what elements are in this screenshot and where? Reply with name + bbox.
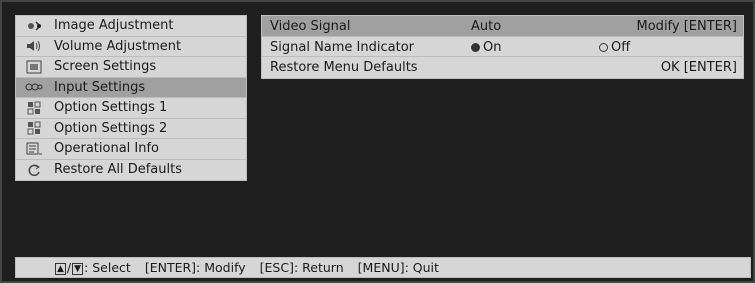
menu-item-operational-info[interactable]: Operational Info — [16, 139, 246, 160]
restore-icon — [22, 162, 46, 178]
down-arrow-key-icon: ▼ — [72, 262, 84, 275]
help-return-text: Return — [302, 260, 344, 275]
help-modify: [ENTER]: Modify — [144, 260, 246, 275]
restore-menu-defaults-label: Restore Menu Defaults — [270, 60, 418, 75]
help-return-key: [ESC] — [259, 260, 294, 275]
input-settings-icon — [22, 79, 46, 95]
help-quit-key: [MENU] — [357, 260, 405, 275]
signal-name-indicator-row[interactable]: Signal Name Indicator On Off — [262, 37, 743, 57]
restore-menu-defaults-row[interactable]: Restore Menu Defaults OK [ENTER] — [262, 57, 743, 78]
on-label: On — [483, 39, 502, 55]
help-select-text: Select — [92, 260, 131, 275]
signal-name-indicator-on-radio[interactable]: On — [471, 40, 501, 55]
menu-item-restore-all-defaults[interactable]: Restore All Defaults — [16, 160, 246, 181]
video-signal-value: Auto — [471, 19, 502, 34]
signal-name-indicator-label: Signal Name Indicator — [270, 39, 414, 55]
menu-item-label: Option Settings 1 — [54, 100, 168, 116]
projector-menu-screen: Image Adjustment Volume Adjustment Scree… — [0, 0, 755, 283]
option-settings-icon — [22, 100, 46, 116]
volume-icon — [22, 38, 46, 54]
menu-item-label: Restore All Defaults — [54, 162, 182, 178]
help-quit-text: Quit — [412, 260, 439, 275]
menu-item-label: Screen Settings — [54, 59, 157, 75]
help-return: [ESC]: Return — [259, 260, 344, 275]
video-signal-modify-action[interactable]: Modify [ENTER] — [637, 19, 737, 34]
image-adjustment-icon — [22, 18, 46, 34]
menu-item-image-adjustment[interactable]: Image Adjustment — [16, 16, 246, 37]
signal-name-indicator-off-radio[interactable]: Off — [599, 40, 630, 55]
menu-item-volume-adjustment[interactable]: Volume Adjustment — [16, 37, 246, 57]
help-select: ▲ / ▼: Select — [55, 260, 131, 275]
help-quit: [MENU]: Quit — [357, 260, 439, 275]
restore-menu-defaults-ok-action[interactable]: OK [ENTER] — [661, 60, 737, 75]
option-settings-icon — [22, 120, 46, 136]
menu-item-input-settings[interactable]: Input Settings — [16, 77, 246, 98]
menu-item-option-settings-2[interactable]: Option Settings 2 — [16, 119, 246, 139]
screen-settings-icon — [22, 59, 46, 75]
menu-item-option-settings-1[interactable]: Option Settings 1 — [16, 98, 246, 119]
menu-item-label: Operational Info — [54, 141, 160, 157]
menu-item-screen-settings[interactable]: Screen Settings — [16, 57, 246, 78]
key-help-bar: ▲ / ▼: Select [ENTER]: Modify [ESC]: Retur… — [15, 257, 751, 278]
help-modify-text: Modify — [204, 260, 246, 275]
video-signal-row[interactable]: Video Signal Auto Modify [ENTER] — [262, 16, 743, 37]
menu-item-label: Input Settings — [54, 79, 146, 95]
menu-item-label: Volume Adjustment — [54, 38, 182, 54]
video-signal-label: Video Signal — [270, 19, 351, 34]
help-modify-key: [ENTER] — [144, 260, 197, 275]
menu-item-label: Image Adjustment — [54, 18, 174, 34]
menu-item-label: Option Settings 2 — [54, 120, 168, 136]
operational-info-icon — [22, 141, 46, 157]
off-label: Off — [611, 39, 631, 55]
input-settings-panel: Video Signal Auto Modify [ENTER] Signal … — [261, 15, 744, 79]
main-menu: Image Adjustment Volume Adjustment Scree… — [15, 15, 247, 181]
up-arrow-key-icon: ▲ — [55, 262, 66, 275]
radio-selected-icon — [471, 42, 480, 52]
radio-unselected-icon — [599, 42, 608, 52]
